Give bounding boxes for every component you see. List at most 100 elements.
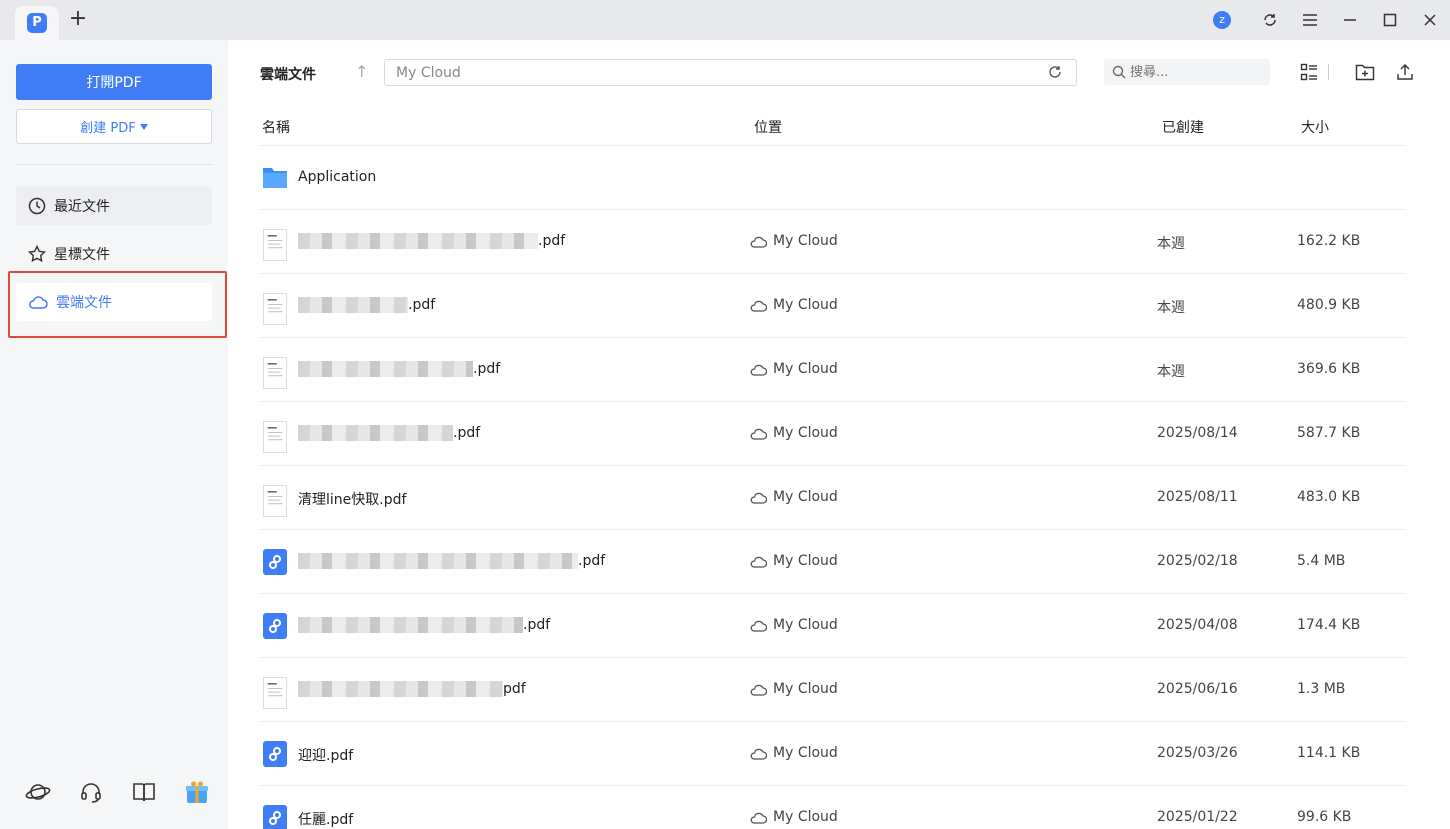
create-pdf-label: 創建 PDF	[80, 121, 136, 136]
annotation-highlight-box	[8, 271, 227, 338]
file-created: 2025/04/08	[1157, 617, 1238, 633]
search-input[interactable]	[1130, 64, 1260, 80]
sidebar-item-recent[interactable]: 最近文件	[16, 187, 212, 225]
file-name[interactable]: 迎迎.pdf	[298, 745, 353, 765]
sync-icon[interactable]	[1258, 8, 1282, 32]
document-thumbnail-icon	[263, 293, 287, 325]
file-name-text: .pdf	[473, 361, 501, 377]
redacted-filename	[298, 617, 523, 633]
star-icon	[28, 245, 46, 263]
file-created: 2025/02/18	[1157, 553, 1238, 569]
cloud-icon	[750, 556, 767, 568]
pdf-file-icon	[263, 805, 287, 829]
file-name[interactable]: .pdf	[298, 361, 500, 377]
redacted-filename	[298, 681, 503, 697]
maximize-icon[interactable]	[1378, 8, 1402, 32]
sidebar-item-starred[interactable]: 星標文件	[16, 235, 212, 273]
path-field[interactable]: My Cloud	[384, 59, 1077, 86]
file-size: 483.0 KB	[1297, 489, 1361, 505]
table-row[interactable]: .pdf My Cloud 本週 369.6 KB	[260, 338, 1406, 402]
document-thumbnail-icon	[263, 357, 287, 389]
cloud-icon	[750, 748, 767, 760]
refresh-icon[interactable]	[1048, 65, 1062, 83]
file-name[interactable]: 任麗.pdf	[298, 809, 353, 829]
cloud-icon	[750, 428, 767, 440]
header-created[interactable]: 已創建	[1162, 117, 1204, 137]
new-folder-icon[interactable]	[1354, 61, 1376, 83]
new-tab-button[interactable]: +	[66, 8, 90, 32]
file-name[interactable]: .pdf	[298, 297, 435, 313]
location-text: My Cloud	[773, 425, 838, 441]
file-name-text: .pdf	[408, 297, 436, 313]
sidebar: 打開PDF 創建 PDF 最近文件 星標文件 雲端文件	[0, 40, 228, 829]
create-pdf-button[interactable]: 創建 PDF	[16, 109, 212, 144]
file-location: My Cloud	[750, 617, 838, 633]
table-row[interactable]: pdf My Cloud 2025/06/16 1.3 MB	[260, 658, 1406, 722]
file-location: My Cloud	[750, 809, 838, 825]
file-name-text: 迎迎.pdf	[298, 748, 354, 764]
file-location: My Cloud	[750, 745, 838, 761]
file-created: 本週	[1157, 364, 1185, 380]
view-toggle-icon[interactable]	[1298, 61, 1320, 83]
file-size: 587.7 KB	[1297, 425, 1361, 441]
table-row[interactable]: 迎迎.pdf My Cloud 2025/03/26 114.1 KB	[260, 722, 1406, 786]
table-row[interactable]: 清理line快取.pdf My Cloud 2025/08/11 483.0 K…	[260, 466, 1406, 530]
open-pdf-button[interactable]: 打開PDF	[16, 64, 212, 100]
search-box[interactable]	[1104, 59, 1270, 85]
file-location: My Cloud	[750, 425, 838, 441]
file-name[interactable]: Application	[298, 169, 376, 185]
document-thumbnail-icon	[263, 677, 287, 709]
table-row[interactable]: .pdf My Cloud 本週 162.2 KB	[260, 210, 1406, 274]
file-name[interactable]: .pdf	[298, 425, 480, 441]
book-icon[interactable]	[128, 776, 159, 808]
sidebar-item-label: 最近文件	[54, 199, 110, 215]
up-arrow-icon[interactable]: ↑	[355, 62, 368, 81]
location-text: My Cloud	[773, 809, 838, 825]
file-location: My Cloud	[750, 553, 838, 569]
redacted-filename	[298, 425, 453, 441]
upload-icon[interactable]	[1394, 61, 1416, 83]
file-name[interactable]: pdf	[298, 681, 526, 697]
redacted-filename	[298, 233, 538, 249]
file-name-text: .pdf	[538, 233, 566, 249]
close-icon[interactable]	[1418, 8, 1442, 32]
file-name[interactable]: 清理line快取.pdf	[298, 489, 406, 509]
file-name-text: .pdf	[578, 553, 606, 569]
header-location[interactable]: 位置	[754, 117, 782, 137]
table-row[interactable]: Application	[260, 146, 1406, 210]
sidebar-item-label: 星標文件	[54, 247, 110, 263]
toolbar-separator	[1328, 64, 1329, 80]
file-name-text: pdf	[503, 681, 526, 697]
file-size: 162.2 KB	[1297, 233, 1361, 249]
file-name[interactable]: .pdf	[298, 553, 605, 569]
table-row[interactable]: .pdf My Cloud 2025/04/08 174.4 KB	[260, 594, 1406, 658]
page-title: 雲端文件	[260, 67, 316, 83]
gift-icon[interactable]	[181, 776, 212, 808]
file-location: My Cloud	[750, 233, 838, 249]
file-name[interactable]: .pdf	[298, 617, 550, 633]
table-row[interactable]: .pdf My Cloud 本週 480.9 KB	[260, 274, 1406, 338]
header-name[interactable]: 名稱	[262, 117, 290, 137]
planet-icon[interactable]	[22, 776, 53, 808]
file-name[interactable]: .pdf	[298, 233, 565, 249]
pdf-file-icon	[263, 613, 287, 639]
location-text: My Cloud	[773, 553, 838, 569]
table-row[interactable]: 任麗.pdf My Cloud 2025/01/22 99.6 KB	[260, 786, 1406, 829]
minimize-icon[interactable]	[1338, 8, 1362, 32]
cloud-icon	[750, 812, 767, 824]
location-text: My Cloud	[773, 681, 838, 697]
caret-down-icon	[139, 123, 148, 130]
file-created: 2025/01/22	[1157, 809, 1238, 825]
file-created: 2025/08/14	[1157, 425, 1238, 441]
header-size[interactable]: 大小	[1301, 117, 1329, 137]
headset-icon[interactable]	[75, 776, 106, 808]
menu-icon[interactable]	[1298, 8, 1322, 32]
user-avatar[interactable]: z	[1213, 11, 1231, 29]
file-created: 本週	[1157, 236, 1185, 252]
cloud-icon	[750, 620, 767, 632]
location-text: My Cloud	[773, 745, 838, 761]
table-row[interactable]: .pdf My Cloud 2025/08/14 587.7 KB	[260, 402, 1406, 466]
app-home-tab[interactable]: P	[15, 6, 59, 40]
table-row[interactable]: .pdf My Cloud 2025/02/18 5.4 MB	[260, 530, 1406, 594]
file-name-text: Application	[298, 169, 377, 185]
